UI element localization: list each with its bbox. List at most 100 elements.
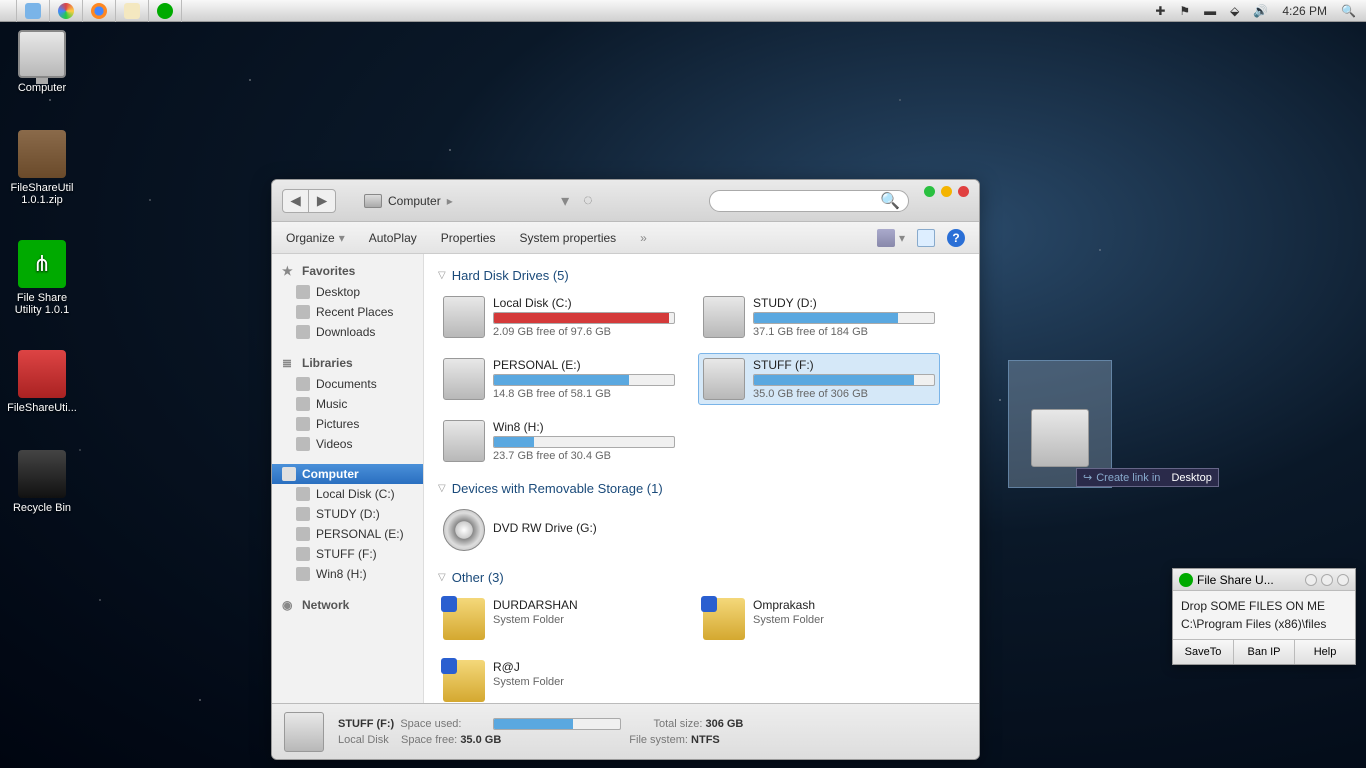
- sidebar-item-study-d[interactable]: STUDY (D:): [272, 504, 423, 524]
- battery-icon[interactable]: ▬: [1204, 4, 1216, 18]
- sysprops-button[interactable]: System properties: [519, 231, 616, 245]
- sidebar-item-stuff-f[interactable]: STUFF (F:): [272, 544, 423, 564]
- network-item[interactable]: DURDARSHANSystem Folder: [438, 593, 680, 645]
- drive-item[interactable]: STUDY (D:)37.1 GB free of 184 GB: [698, 291, 940, 343]
- share-icon: ⋔: [18, 240, 66, 288]
- close-button[interactable]: [958, 186, 969, 197]
- titlebar[interactable]: ◀ ▶ Computer ▸ ▾ ◌ 🔍: [272, 180, 979, 222]
- notes-task-icon[interactable]: [116, 0, 149, 22]
- sidebar-item-personal-e[interactable]: PERSONAL (E:): [272, 524, 423, 544]
- computer-icon: [282, 467, 296, 481]
- usage-bar: [753, 312, 935, 324]
- help-button[interactable]: Help: [1295, 640, 1355, 664]
- drive-item[interactable]: Local Disk (C:)2.09 GB free of 97.6 GB: [438, 291, 680, 343]
- window-controls: [924, 186, 969, 197]
- explorer-window: ◀ ▶ Computer ▸ ▾ ◌ 🔍 Organize▾ AutoPlay …: [271, 179, 980, 760]
- banip-button[interactable]: Ban IP: [1234, 640, 1295, 664]
- sidebar-item-videos[interactable]: Videos: [272, 434, 423, 454]
- plus-icon[interactable]: ✚: [1155, 4, 1165, 18]
- bluetooth-folder-icon: [443, 660, 485, 702]
- drive-item[interactable]: Win8 (H:)23.7 GB free of 30.4 GB: [438, 415, 680, 467]
- nav-buttons: ◀ ▶: [282, 189, 336, 213]
- finder-task-icon[interactable]: [17, 0, 50, 22]
- group-hdd[interactable]: ▽Hard Disk Drives (5): [438, 268, 965, 283]
- sidebar-favorites-header[interactable]: ★Favorites: [272, 260, 423, 282]
- sidebar-item-pictures[interactable]: Pictures: [272, 414, 423, 434]
- sidebar-item-documents[interactable]: Documents: [272, 374, 423, 394]
- overflow-icon[interactable]: »: [640, 231, 647, 245]
- flag-icon[interactable]: ⚑: [1179, 4, 1190, 18]
- properties-button[interactable]: Properties: [441, 231, 496, 245]
- sidebar-item-desktop[interactable]: Desktop: [272, 282, 423, 302]
- drive-icon: [443, 420, 485, 462]
- firefox-task-icon[interactable]: [83, 0, 116, 22]
- autoplay-button[interactable]: AutoPlay: [369, 231, 417, 245]
- wifi-icon[interactable]: ⬙: [1230, 4, 1239, 18]
- drive-icon: [443, 358, 485, 400]
- close-button[interactable]: [1337, 574, 1349, 586]
- drive-item[interactable]: STUFF (F:)35.0 GB free of 306 GB: [698, 353, 940, 405]
- drive-label: STUFF (F:): [753, 358, 935, 372]
- usage-bar: [493, 374, 675, 386]
- desktop-icon-zip[interactable]: FileShareUtil 1.0.1.zip: [4, 130, 80, 206]
- apple-menu[interactable]: [0, 0, 17, 22]
- sidebar-item-win8-h[interactable]: Win8 (H:): [272, 564, 423, 584]
- sidebar-item-localdisk-c[interactable]: Local Disk (C:): [272, 484, 423, 504]
- menubar: ✚ ⚑ ▬ ⬙ 🔊 4:26 PM 🔍: [0, 0, 1366, 22]
- drive-label: PERSONAL (E:): [493, 358, 675, 372]
- sidebar-item-recent[interactable]: Recent Places: [272, 302, 423, 322]
- spotlight-icon[interactable]: 🔍: [1341, 4, 1356, 18]
- organize-menu[interactable]: Organize: [286, 231, 335, 245]
- sidebar-item-downloads[interactable]: Downloads: [272, 322, 423, 342]
- fileshare-body[interactable]: Drop SOME FILES ON ME C:\Program Files (…: [1173, 591, 1355, 639]
- desktop-icon-label: FileShareUtil 1.0.1.zip: [11, 182, 74, 206]
- drive-free-text: 37.1 GB free of 184 GB: [753, 326, 935, 338]
- maximize-button[interactable]: [1321, 574, 1333, 586]
- desktop-icon-fileshare[interactable]: ⋔File Share Utility 1.0.1: [4, 240, 80, 316]
- search-icon: 🔍: [880, 191, 900, 211]
- drive-dvd[interactable]: DVD RW Drive (G:): [438, 504, 680, 556]
- group-removable[interactable]: ▽Devices with Removable Storage (1): [438, 481, 965, 496]
- sidebar-item-network[interactable]: ◉Network: [272, 594, 423, 616]
- desktop-icon-computer[interactable]: Computer: [4, 30, 80, 94]
- clock[interactable]: 4:26 PM: [1282, 4, 1327, 18]
- network-item[interactable]: OmprakashSystem Folder: [698, 593, 940, 645]
- view-icon[interactable]: [877, 229, 895, 247]
- drive-free-text: 14.8 GB free of 58.1 GB: [493, 388, 675, 400]
- volume-icon[interactable]: 🔊: [1253, 4, 1268, 18]
- sidebar-item-computer[interactable]: Computer: [272, 464, 423, 484]
- drive-item[interactable]: PERSONAL (E:) 14.8 GB free of 58.1 GB: [438, 353, 680, 405]
- minimize-button[interactable]: [1305, 574, 1317, 586]
- maximize-button[interactable]: [941, 186, 952, 197]
- preview-pane-icon[interactable]: [917, 229, 935, 247]
- search-input[interactable]: 🔍: [709, 190, 909, 212]
- group-other[interactable]: ▽Other (3): [438, 570, 965, 585]
- sidebar-libraries-header[interactable]: ≣Libraries: [272, 352, 423, 374]
- dropdown-icon[interactable]: ▾: [561, 191, 569, 211]
- sidebar-item-music[interactable]: Music: [272, 394, 423, 414]
- desktop-icon-label: Recycle Bin: [13, 502, 71, 514]
- minimize-button[interactable]: [924, 186, 935, 197]
- saveto-button[interactable]: SaveTo: [1173, 640, 1234, 664]
- chrome-task-icon[interactable]: [50, 0, 83, 22]
- usage-bar: [493, 312, 675, 324]
- refresh-icon[interactable]: ◌: [583, 192, 593, 210]
- drive-free-text: 23.7 GB free of 30.4 GB: [493, 450, 675, 462]
- fileshare-titlebar[interactable]: File Share U...: [1173, 569, 1355, 591]
- drive-icon: [703, 296, 745, 338]
- network-item[interactable]: R@JSystem Folder: [438, 655, 680, 703]
- triangle-icon: ▽: [438, 270, 446, 281]
- desktop-icon-recyclebin[interactable]: Recycle Bin: [4, 450, 80, 514]
- link-icon: ↪: [1083, 471, 1092, 484]
- network-icon: ◉: [282, 598, 296, 612]
- network-label: R@J: [493, 660, 675, 674]
- fileshare-task-icon[interactable]: [149, 0, 182, 22]
- desktop-icon-fileshare2[interactable]: FileShareUti...: [4, 350, 80, 414]
- dvd-icon: [443, 509, 485, 551]
- content-area[interactable]: ▽Hard Disk Drives (5) Local Disk (C:)2.0…: [424, 254, 979, 703]
- forward-button[interactable]: ▶: [309, 190, 335, 212]
- breadcrumb[interactable]: Computer ▸: [364, 194, 453, 208]
- help-icon[interactable]: ?: [947, 229, 965, 247]
- status-bar: STUFF (F:) Space used: Total size: 306 G…: [272, 703, 979, 759]
- back-button[interactable]: ◀: [283, 190, 309, 212]
